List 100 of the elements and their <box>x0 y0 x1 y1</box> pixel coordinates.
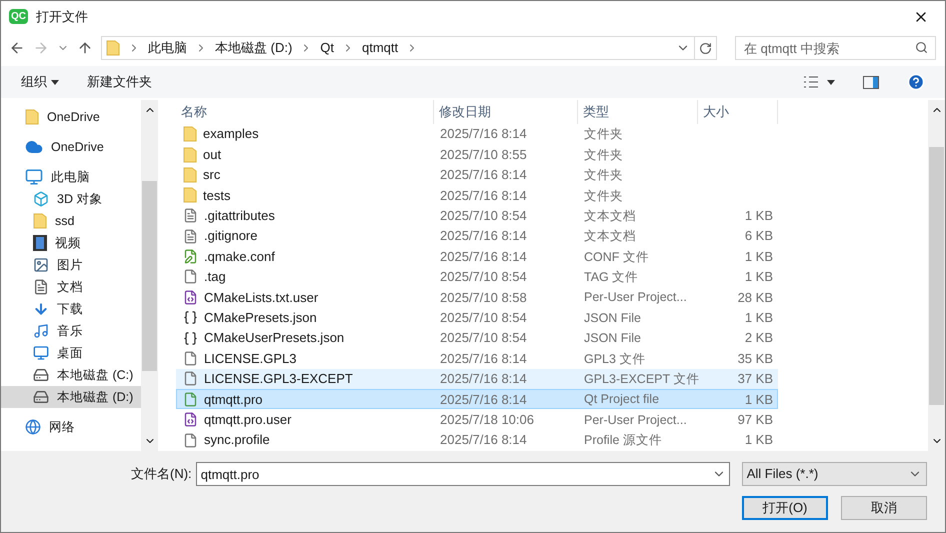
file-type-select[interactable]: All Files (*.*) <box>742 462 927 486</box>
filename-field[interactable]: qtmqtt.pro <box>196 462 730 486</box>
file-type: Per-User Project... <box>584 412 687 427</box>
file-name: sync.profile <box>204 431 270 450</box>
sidebar-label: 图片 <box>57 256 83 274</box>
file-name: CMakeUserPresets.json <box>204 329 344 348</box>
file-type: 文件夹 <box>584 188 623 202</box>
scrollbar[interactable] <box>928 100 945 451</box>
file-row[interactable]: qtmqtt.pro 2025/7/16 8:14 Qt Project file 1 KB <box>176 389 778 410</box>
refresh-icon[interactable] <box>699 42 712 54</box>
file-type: GPL3-EXCEPT 文件 <box>584 372 700 386</box>
sidebar-item[interactable]: 图片 <box>1 254 141 276</box>
desktop-icon <box>33 345 49 361</box>
app-icon: QC <box>9 9 28 24</box>
up-icon[interactable] <box>77 40 93 56</box>
preview-pane-icon[interactable] <box>863 76 879 88</box>
file-row[interactable]: qtmqtt.pro.user 2025/7/18 10:06 Per-User Project... 97 KB <box>176 409 778 430</box>
modified-date: 2025/7/18 10:06 <box>440 412 534 427</box>
file-row[interactable]: .gitattributes 2025/7/10 8:54 文本文档 1 KB <box>176 206 778 226</box>
file-row[interactable]: examples 2025/7/16 8:14 文件夹 <box>176 124 778 144</box>
file-icon <box>183 351 198 366</box>
breadcrumb[interactable]: 此电脑 <box>144 38 191 58</box>
file-row[interactable]: CMakeLists.txt.user 2025/7/10 8:58 Per-User Project... 28 KB <box>176 287 778 308</box>
breadcrumb[interactable]: qtmqtt <box>358 38 402 58</box>
sidebar-label: 音乐 <box>57 322 83 340</box>
sidebar-label: 网络 <box>49 418 75 436</box>
file-row[interactable]: .qmake.conf 2025/7/16 8:14 CONF 文件 1 KB <box>176 246 778 267</box>
file-type: Per-User Project... <box>584 290 687 304</box>
back-icon[interactable] <box>9 40 25 56</box>
file-row[interactable]: out 2025/7/10 8:55 文件夹 <box>176 144 778 165</box>
modified-date: 2025/7/16 8:14 <box>440 350 527 366</box>
code-file-icon <box>183 290 198 305</box>
column-header[interactable]: 类型 <box>578 100 698 124</box>
file-size: 35 KB <box>738 350 773 366</box>
breadcrumb[interactable]: 本地磁盘 (D:) <box>211 38 296 58</box>
sidebar-item[interactable]: 本地磁盘 (C:) <box>1 364 141 386</box>
sidebar-item[interactable]: 音乐 <box>1 320 141 342</box>
file-row[interactable]: CMakePresets.json 2025/7/10 8:54 JSON File 1 KB <box>176 308 778 328</box>
file-row[interactable]: LICENSE.GPL3 2025/7/16 8:14 GPL3 文件 35 KB <box>176 348 778 369</box>
file-type: JSON File <box>584 331 641 346</box>
sidebar-label: OneDrive <box>47 108 100 126</box>
caret-icon <box>51 80 59 84</box>
sidebar-label: 本地磁盘 (C:) <box>57 366 134 384</box>
file-row[interactable]: sync.profile 2025/7/16 8:14 Profile 源文件 1 KB <box>176 430 778 450</box>
film-icon <box>33 235 47 251</box>
scroll-thumb[interactable] <box>929 146 944 404</box>
sidebar-item[interactable]: 文档 <box>1 276 141 298</box>
modified-date: 2025/7/10 8:54 <box>440 330 527 346</box>
view-icon[interactable] <box>803 75 819 89</box>
sidebar-label: 文档 <box>57 278 83 296</box>
folder-icon <box>183 146 197 163</box>
file-name: src <box>203 166 220 184</box>
file-row[interactable]: CMakeUserPresets.json 2025/7/10 8:54 JSON File 2 KB <box>176 328 778 348</box>
sidebar-item[interactable]: 此电脑 <box>1 166 141 188</box>
code-file-icon <box>183 412 198 428</box>
sidebar-item[interactable]: 3D 对象 <box>1 188 141 210</box>
address-bar[interactable]: 此电脑 本地磁盘 (D:) Qt qtmqtt <box>101 36 717 60</box>
download-icon <box>33 301 49 317</box>
drive-icon <box>33 367 49 383</box>
file-row[interactable]: LICENSE.GPL3-EXCEPT 2025/7/16 8:14 GPL3-EXCEPT 文件 37 KB <box>176 368 778 390</box>
column-header[interactable]: 修改日期 <box>434 100 578 124</box>
document-icon <box>33 279 49 295</box>
help-icon[interactable] <box>907 73 925 91</box>
modified-date: 2025/7/16 8:14 <box>440 392 527 407</box>
column-header[interactable]: 大小 <box>698 100 778 124</box>
sidebar-item[interactable]: 本地磁盘 (D:) <box>1 386 141 408</box>
sidebar-item[interactable]: 下载 <box>1 298 141 320</box>
file-name: .tag <box>204 268 226 286</box>
file-size: 1 KB <box>744 310 773 325</box>
sidebar-item[interactable]: 网络 <box>1 416 141 438</box>
scroll-thumb[interactable] <box>142 180 157 370</box>
file-row[interactable]: .tag 2025/7/10 8:54 TAG 文件 1 KB <box>176 266 778 288</box>
sidebar-label: 3D 对象 <box>57 190 102 208</box>
organize-button[interactable]: 组织 <box>21 72 59 92</box>
file-type: 文件夹 <box>584 127 623 142</box>
sidebar-item[interactable]: OneDrive <box>1 136 141 158</box>
open-button[interactable]: 打开(O) <box>742 496 828 520</box>
sidebar-item[interactable]: OneDrive <box>1 106 141 128</box>
sidebar-item[interactable]: 桌面 <box>1 342 141 364</box>
scrollbar[interactable] <box>141 100 158 451</box>
search-field[interactable]: 在 qtmqtt 中搜索 <box>735 36 936 60</box>
column-header[interactable]: 名称 <box>176 100 434 124</box>
file-size: 1 KB <box>744 392 773 407</box>
sidebar-item[interactable]: ssd <box>1 210 141 232</box>
cancel-button[interactable]: 取消 <box>841 496 927 520</box>
folder-icon <box>106 40 120 56</box>
file-type: CONF 文件 <box>584 250 649 264</box>
braces-icon <box>183 330 198 346</box>
breadcrumb[interactable]: Qt <box>316 38 338 58</box>
sidebar-item[interactable]: 视频 <box>1 232 141 254</box>
file-row[interactable]: tests 2025/7/16 8:14 文件夹 <box>176 185 778 206</box>
file-icon <box>183 269 198 284</box>
network-icon <box>25 419 41 435</box>
new-folder-button[interactable]: 新建文件夹 <box>87 72 152 92</box>
caret-icon[interactable] <box>827 80 835 84</box>
file-row[interactable]: .gitignore 2025/7/16 8:14 文本文档 6 KB <box>176 226 778 246</box>
sidebar-label: 本地磁盘 (D:) <box>57 388 134 406</box>
file-row[interactable]: src 2025/7/16 8:14 文件夹 <box>176 164 778 186</box>
modified-date: 2025/7/10 8:54 <box>440 310 527 325</box>
file-type: Profile 源文件 <box>584 433 662 448</box>
